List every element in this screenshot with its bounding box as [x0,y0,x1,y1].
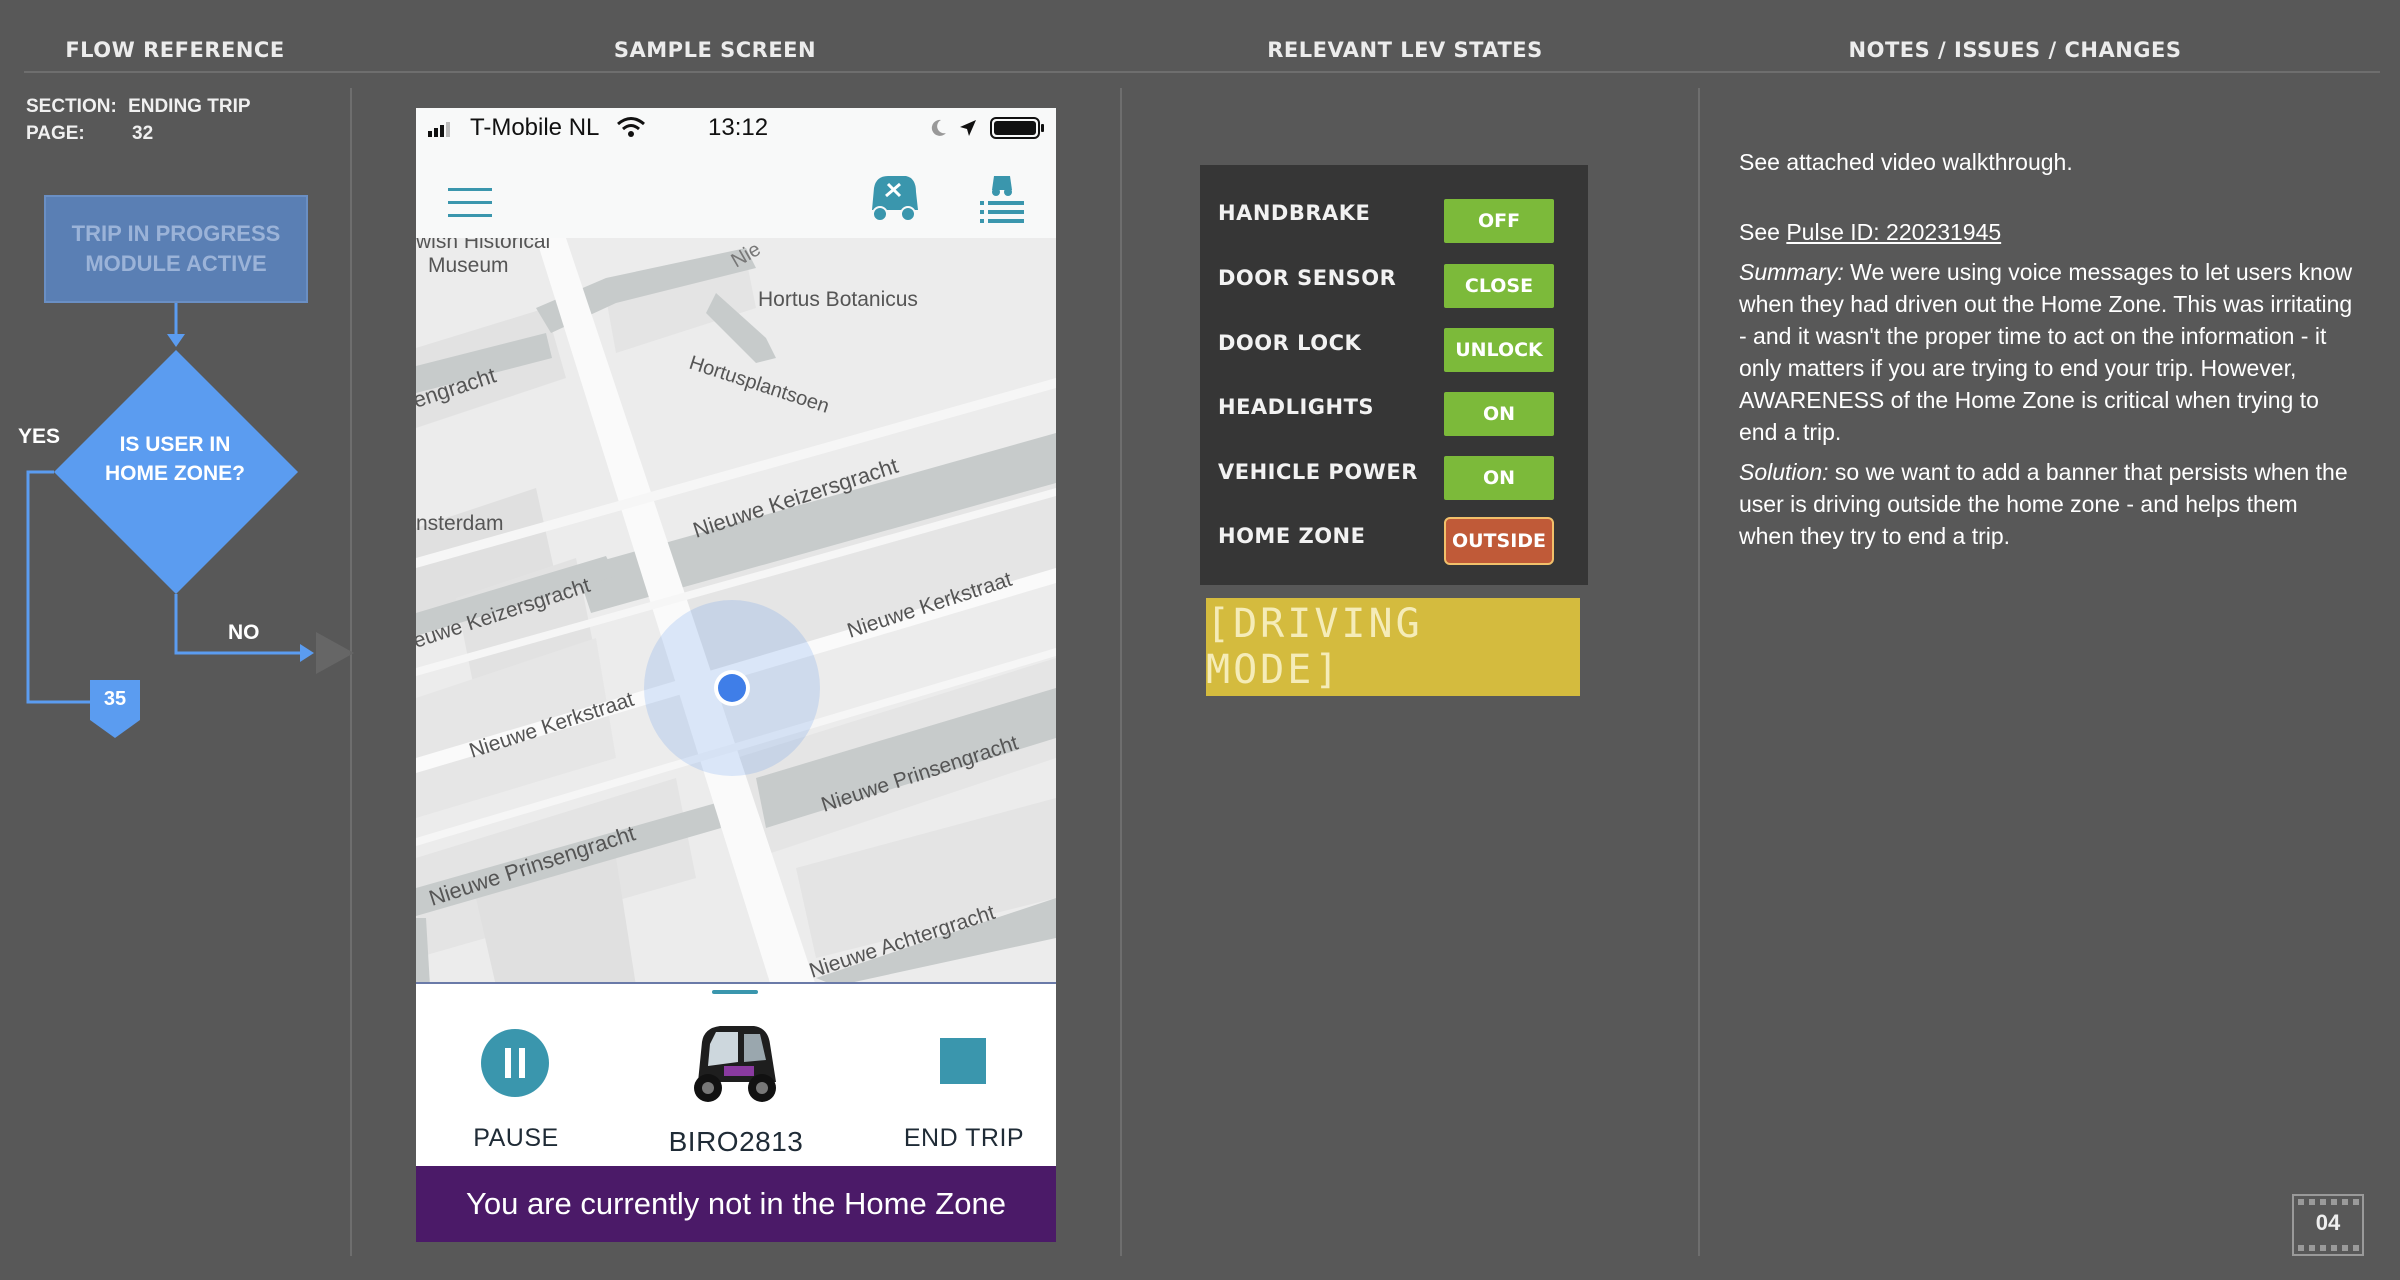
notes-header: NOTES / ISSUES / CHANGES [1848,38,2182,62]
state-badge-door-lock: UNLOCK [1444,328,1554,372]
hamburger-menu-icon[interactable] [448,186,494,220]
pulse-id-link[interactable]: Pulse ID: 220231945 [1786,219,2001,245]
state-label-door-sensor: DOOR SENSOR [1218,266,1397,290]
connector-page-number: 35 [103,688,127,710]
stop-icon[interactable] [940,1038,986,1084]
map-view[interactable]: wish Historical Museum Hortus Botanicus … [416,238,1056,986]
summary-label: Summary: [1739,259,1844,285]
status-time: 13:12 [708,114,769,141]
driving-mode-indicator: [DRIVING MODE] [1206,598,1580,696]
svg-text:wish Historical: wish Historical [416,238,550,253]
slide-number: 04 [2315,1210,2341,1235]
state-badge-handbrake: OFF [1444,199,1554,243]
notes-video-line: See attached video walkthrough. [1739,149,2073,175]
drag-handle[interactable] [712,990,758,994]
state-label-headlights: HEADLIGHTS [1218,395,1375,419]
carrier-name: T-Mobile NL [470,114,600,141]
column-divider [1120,88,1122,1256]
yes-label: YES [18,425,61,448]
notes-see-prefix: See [1739,219,1787,245]
decision-line2: HOME ZONE? [105,462,245,485]
end-trip-button-label[interactable]: END TRIP [896,1124,1032,1153]
wifi-icon [617,117,645,137]
trip-control-panel: PAUSE BIRO2813 END TRIP [416,982,1056,1182]
state-badge-home-zone: OUTSIDE [1444,517,1554,565]
status-bar: T-Mobile NL 13:12 [416,108,1056,148]
moon-icon [931,119,946,136]
battery-icon [990,117,1044,139]
notes-panel: See attached video walkthrough. See Puls… [1739,146,2359,560]
car-list-icon[interactable] [980,170,1026,224]
state-label-home-zone: HOME ZONE [1218,524,1366,548]
phone-screen: T-Mobile NL 13:12 wish Historical Museum… [416,108,1056,1242]
pause-icon[interactable] [480,1028,550,1098]
svg-text:Hortus Botanicus: Hortus Botanicus [758,288,918,311]
state-label-door-lock: DOOR LOCK [1218,331,1362,355]
state-badge-headlights: ON [1444,392,1554,436]
decision-line1: IS USER IN [119,433,231,456]
flow-diagram [26,303,354,738]
summary-text: We were using voice messages to let user… [1739,259,2353,445]
decision-label: IS USER IN HOME ZONE? [68,430,282,488]
state-label-handbrake: HANDBRAKE [1218,201,1371,225]
notes-solution: Solution: so we want to add a banner tha… [1739,456,2359,552]
vehicle-image [694,1026,776,1102]
column-divider [1698,88,1700,1256]
notes-summary: Summary: We were using voice messages to… [1739,256,2359,448]
solution-text: so we want to add a banner that persists… [1739,459,2348,549]
no-label: NO [228,621,260,644]
svg-text:nsterdam: nsterdam [416,512,504,535]
signal-icon [428,122,450,137]
car-service-icon[interactable] [866,170,922,224]
sample-screen-header: SAMPLE SCREEN [613,38,817,62]
pause-button-label[interactable]: PAUSE [456,1124,576,1153]
notes-pulse-line: See Pulse ID: 220231945 [1739,216,2359,248]
location-arrow-icon [960,120,976,136]
vehicle-id-label: BIRO2813 [668,1126,804,1157]
header-divider [24,71,2380,73]
lev-states-header: RELEVANT LEV STATES [1267,38,1543,62]
state-badge-door-sensor: CLOSE [1444,264,1554,308]
state-label-vehicle-power: VEHICLE POWER [1218,460,1418,484]
solution-label: Solution: [1739,459,1829,485]
lev-states-panel: HANDBRAKE OFF DOOR SENSOR CLOSE DOOR LOC… [1200,165,1588,585]
state-badge-vehicle-power: ON [1444,456,1554,500]
current-location-dot [718,674,746,702]
home-zone-banner[interactable]: You are currently not in the Home Zone [416,1166,1056,1242]
map-label-museum: Museum [428,254,509,277]
